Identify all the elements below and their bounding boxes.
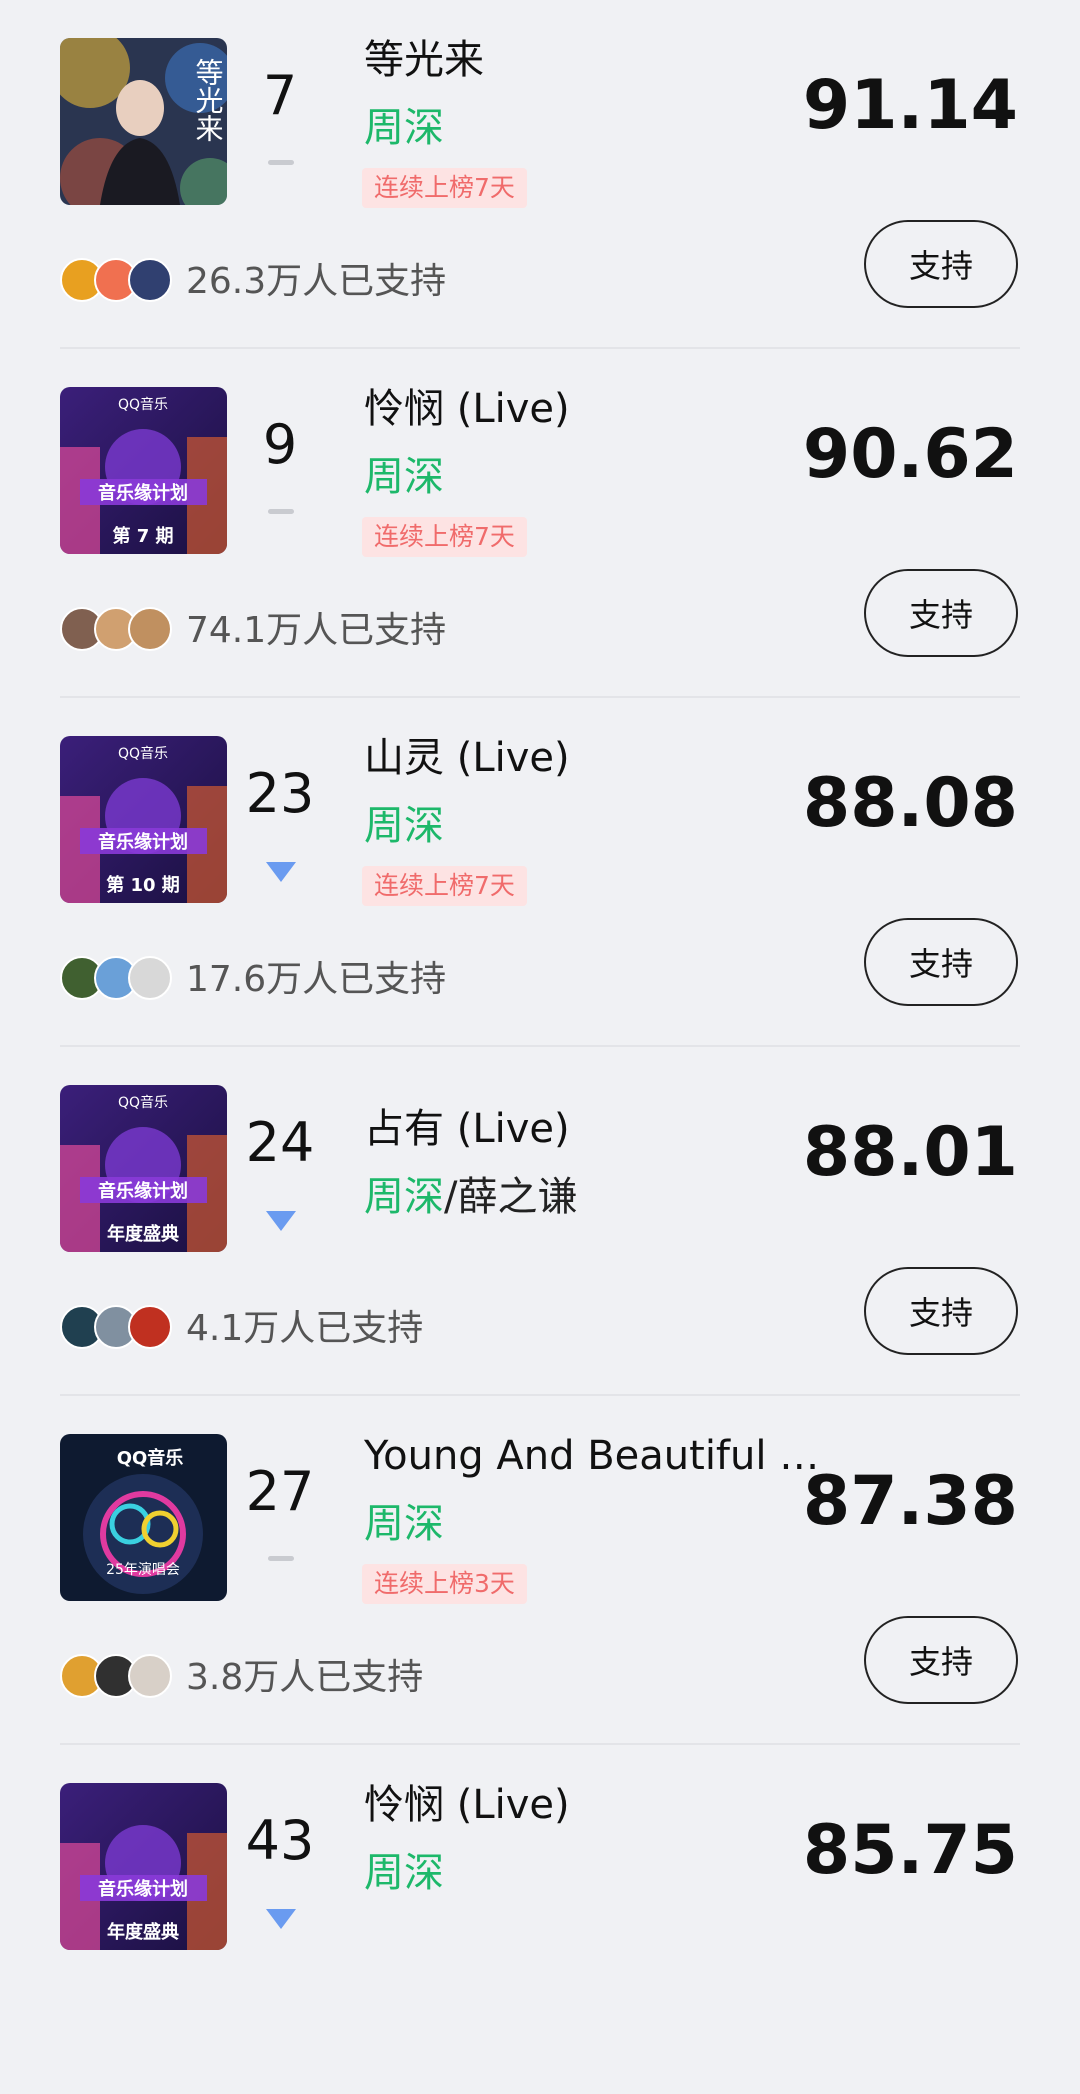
album-cover[interactable]: QQ音乐 音乐缘计划 第 10 期 bbox=[60, 736, 227, 903]
supporter-avatars bbox=[60, 607, 176, 653]
artist-link[interactable]: 周深 bbox=[364, 1174, 444, 1220]
rank-number: 27 bbox=[245, 1460, 315, 1523]
artist-name[interactable]: 周深/薛之谦 bbox=[364, 1171, 577, 1223]
rank-number: 24 bbox=[245, 1111, 315, 1174]
song-title[interactable]: 山灵 (Live) bbox=[364, 732, 824, 784]
score-value: 88.01 bbox=[802, 1113, 1018, 1192]
svg-text:QQ音乐: QQ音乐 bbox=[118, 745, 168, 762]
album-art-image: 等光来 bbox=[60, 38, 227, 205]
avatar bbox=[128, 1305, 172, 1349]
support-button[interactable]: 支持 bbox=[864, 918, 1018, 1006]
streak-badge: 连续上榜7天 bbox=[362, 866, 527, 906]
album-cover[interactable]: QQ音乐 音乐缘计划 年度盛典 bbox=[60, 1085, 227, 1252]
album-cover[interactable]: QQ音乐 音乐缘计划 第 7 期 bbox=[60, 387, 227, 554]
support-button[interactable]: 支持 bbox=[864, 1616, 1018, 1704]
artist-name[interactable]: 周深 bbox=[364, 800, 444, 852]
streak-badge: 连续上榜3天 bbox=[362, 1564, 527, 1604]
album-art-image: QQ音乐 25年演唱会 bbox=[60, 1434, 227, 1601]
down-triangle-icon bbox=[266, 1909, 296, 1929]
supporter-count: 17.6万人已支持 bbox=[186, 959, 447, 1000]
avatar bbox=[128, 956, 172, 1000]
album-art-image: 音乐缘计划 年度盛典 bbox=[60, 1783, 227, 1950]
streak-badge: 连续上榜7天 bbox=[362, 517, 527, 557]
svg-text:等光来: 等光来 bbox=[192, 58, 225, 142]
song-title[interactable]: Young And Beautiful … bbox=[364, 1430, 824, 1482]
rank-number: 23 bbox=[245, 762, 315, 825]
chart-entry[interactable]: 音乐缘计划 年度盛典 43 怜悯 (Live) 周深 85.75 bbox=[0, 1745, 1080, 2094]
rank-number: 43 bbox=[245, 1809, 315, 1872]
dash-icon bbox=[268, 509, 294, 514]
artist-name[interactable]: 周深 bbox=[364, 102, 444, 154]
supporter-count: 74.1万人已支持 bbox=[186, 610, 447, 651]
supporter-count: 26.3万人已支持 bbox=[186, 261, 447, 302]
down-triangle-icon bbox=[266, 1211, 296, 1231]
avatar bbox=[128, 607, 172, 651]
score-value: 87.38 bbox=[802, 1462, 1018, 1541]
chart-entry[interactable]: 等光来 7 等光来 周深 连续上榜7天 91.14 26.3万人已支持 支持 bbox=[0, 0, 1080, 349]
svg-text:年度盛典: 年度盛典 bbox=[107, 1921, 179, 1943]
artist-link[interactable]: 周深 bbox=[364, 1850, 444, 1896]
score-value: 90.62 bbox=[802, 415, 1018, 494]
svg-text:音乐缘计划: 音乐缘计划 bbox=[98, 1180, 188, 1202]
song-title[interactable]: 占有 (Live) bbox=[364, 1103, 824, 1155]
artist-separator: / bbox=[444, 1174, 458, 1220]
album-art-image: QQ音乐 音乐缘计划 第 10 期 bbox=[60, 736, 227, 903]
album-cover[interactable]: QQ音乐 25年演唱会 bbox=[60, 1434, 227, 1601]
supporter-avatars bbox=[60, 956, 176, 1002]
artist-name[interactable]: 周深 bbox=[364, 451, 444, 503]
artist-link[interactable]: 周深 bbox=[364, 105, 444, 151]
dash-icon bbox=[268, 1556, 294, 1561]
support-button[interactable]: 支持 bbox=[864, 569, 1018, 657]
dash-icon bbox=[268, 160, 294, 165]
svg-text:QQ音乐: QQ音乐 bbox=[117, 1447, 184, 1469]
chart-entry[interactable]: QQ音乐 25年演唱会 27 Young And Beautiful … 周深 … bbox=[0, 1396, 1080, 1745]
chart-entry[interactable]: QQ音乐 音乐缘计划 年度盛典 24 占有 (Live) 周深/薛之谦 88.0… bbox=[0, 1047, 1080, 1396]
artist-name[interactable]: 周深 bbox=[364, 1847, 444, 1899]
chart-entry[interactable]: QQ音乐 音乐缘计划 第 7 期 9 怜悯 (Live) 周深 连续上榜7天 9… bbox=[0, 349, 1080, 698]
artist-link[interactable]: 周深 bbox=[364, 803, 444, 849]
support-button[interactable]: 支持 bbox=[864, 220, 1018, 308]
song-title[interactable]: 怜悯 (Live) bbox=[364, 1779, 824, 1831]
svg-text:年度盛典: 年度盛典 bbox=[107, 1223, 179, 1245]
artist-link[interactable]: 周深 bbox=[364, 1501, 444, 1547]
svg-text:第 7 期: 第 7 期 bbox=[112, 525, 173, 547]
artist-name[interactable]: 周深 bbox=[364, 1498, 444, 1550]
avatar bbox=[128, 1654, 172, 1698]
down-triangle-icon bbox=[266, 862, 296, 882]
streak-badge: 连续上榜7天 bbox=[362, 168, 527, 208]
song-title[interactable]: 等光来 bbox=[364, 34, 824, 86]
svg-text:音乐缘计划: 音乐缘计划 bbox=[98, 831, 188, 853]
artist-link[interactable]: 周深 bbox=[364, 454, 444, 500]
album-cover[interactable]: 音乐缘计划 年度盛典 bbox=[60, 1783, 227, 1950]
svg-text:音乐缘计划: 音乐缘计划 bbox=[98, 1878, 188, 1900]
ranking-list: 等光来 7 等光来 周深 连续上榜7天 91.14 26.3万人已支持 支持 Q… bbox=[0, 0, 1080, 1964]
song-title[interactable]: 怜悯 (Live) bbox=[364, 383, 824, 435]
rank-number: 9 bbox=[262, 413, 298, 476]
supporter-avatars bbox=[60, 1654, 176, 1700]
supporter-count: 4.1万人已支持 bbox=[186, 1308, 424, 1349]
supporter-avatars bbox=[60, 258, 176, 304]
score-value: 88.08 bbox=[802, 764, 1018, 843]
supporter-count: 3.8万人已支持 bbox=[186, 1657, 424, 1698]
chart-entry[interactable]: QQ音乐 音乐缘计划 第 10 期 23 山灵 (Live) 周深 连续上榜7天… bbox=[0, 698, 1080, 1047]
artist-link[interactable]: 薛之谦 bbox=[457, 1174, 577, 1220]
score-value: 91.14 bbox=[802, 66, 1018, 145]
score-value: 85.75 bbox=[802, 1811, 1018, 1890]
svg-text:QQ音乐: QQ音乐 bbox=[118, 396, 168, 413]
album-art-image: QQ音乐 音乐缘计划 第 7 期 bbox=[60, 387, 227, 554]
avatar bbox=[128, 258, 172, 302]
svg-text:QQ音乐: QQ音乐 bbox=[118, 1094, 168, 1111]
support-button[interactable]: 支持 bbox=[864, 1267, 1018, 1355]
rank-number: 7 bbox=[262, 64, 298, 127]
album-cover[interactable]: 等光来 bbox=[60, 38, 227, 205]
album-art-image: QQ音乐 音乐缘计划 年度盛典 bbox=[60, 1085, 227, 1252]
supporter-avatars bbox=[60, 1305, 176, 1351]
svg-text:25年演唱会: 25年演唱会 bbox=[106, 1562, 180, 1578]
svg-text:音乐缘计划: 音乐缘计划 bbox=[98, 482, 188, 504]
svg-text:第 10 期: 第 10 期 bbox=[106, 874, 180, 896]
